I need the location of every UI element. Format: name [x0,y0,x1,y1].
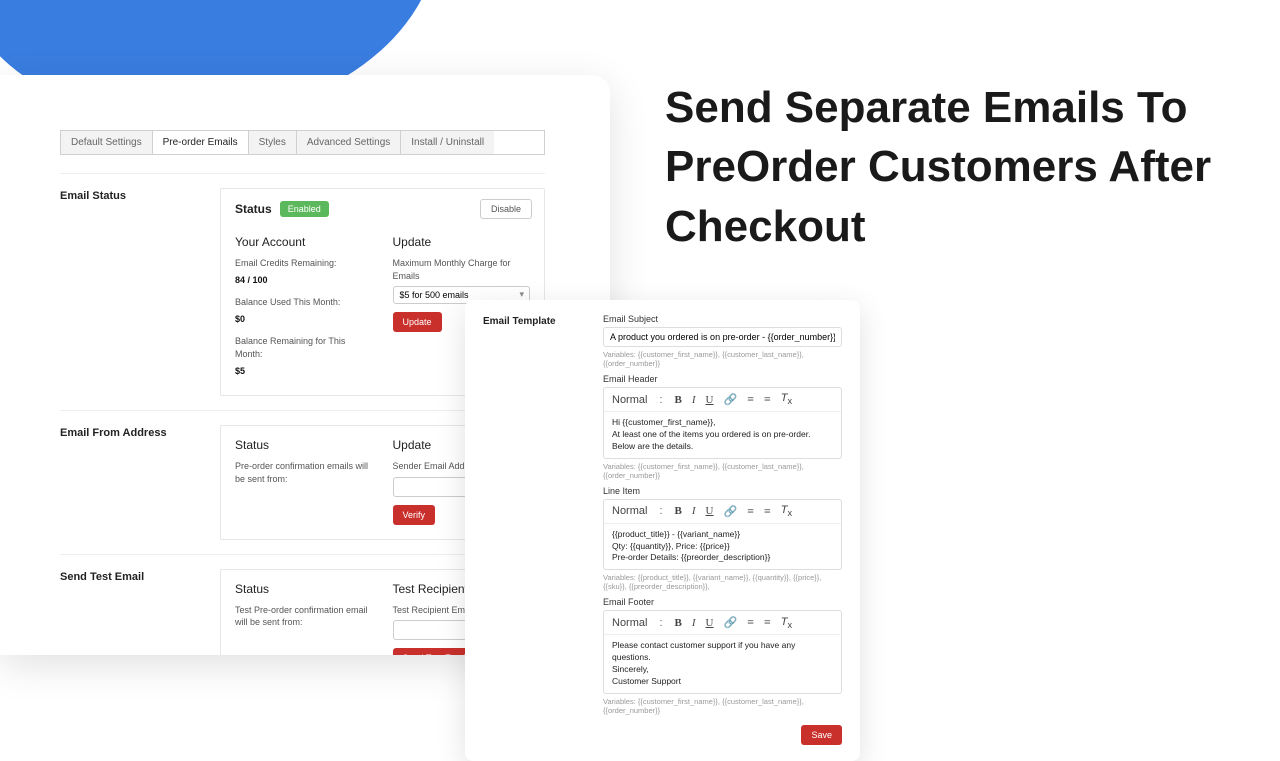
footer-editor[interactable]: Please contact customer support if you h… [603,634,842,694]
section-title: Email Status [60,188,220,396]
status-heading: Status [235,582,373,596]
hero-headline: Send Separate Emails To PreOrder Custome… [665,78,1235,256]
header-toolbar: Normal : B I U 🔗 ≡ ≡ Tx [603,387,842,411]
section-title: Send Test Email [60,569,220,655]
lineitem-label: Line Item [603,486,842,496]
clear-format-icon[interactable]: Tx [781,616,792,630]
email-template-overlay: Email Template Email Subject Variables: … [465,300,860,761]
status-badge: Enabled [280,201,329,217]
status-heading: Status [235,438,373,452]
tabs: Default Settings Pre-order Emails Styles… [60,130,545,155]
format-normal[interactable]: Normal [612,394,647,406]
balance-remain-value: $5 [235,365,373,378]
status-label: Status [235,202,272,216]
clear-format-icon[interactable]: Tx [781,504,792,518]
status-desc: Pre-order confirmation emails will be se… [235,460,373,485]
max-charge-label: Maximum Monthly Charge for Emails [393,257,531,282]
verify-button[interactable]: Verify [393,505,436,525]
format-normal[interactable]: Normal [612,617,647,629]
header-editor[interactable]: Hi {{customer_first_name}}, At least one… [603,411,842,459]
footer-label: Email Footer [603,597,842,607]
section-title: Email From Address [60,425,220,540]
lineitem-vars: Variables: {{product_title}}, {{variant_… [603,573,842,591]
ordered-list-icon[interactable]: ≡ [747,615,754,630]
bold-icon[interactable]: B [675,617,682,629]
link-icon[interactable]: 🔗 [723,393,737,406]
underline-icon[interactable]: U [706,505,714,517]
header-label: Email Header [603,374,842,384]
link-icon[interactable]: 🔗 [723,505,737,518]
tab-styles[interactable]: Styles [249,131,297,154]
italic-icon[interactable]: I [692,617,696,629]
unordered-list-icon[interactable]: ≡ [764,504,771,519]
subject-label: Email Subject [603,314,842,324]
tab-install-uninstall[interactable]: Install / Uninstall [401,131,494,154]
format-normal[interactable]: Normal [612,505,647,517]
status-desc: Test Pre-order confirmation email will b… [235,604,373,629]
balance-remain-label: Balance Remaining for This Month: [235,335,373,360]
clear-format-icon[interactable]: Tx [781,392,792,406]
italic-icon[interactable]: I [692,505,696,517]
subject-vars: Variables: {{customer_first_name}}, {{cu… [603,350,842,368]
underline-icon[interactable]: U [706,394,714,406]
credits-value: 84 / 100 [235,274,373,287]
balance-used-value: $0 [235,313,373,326]
footer-vars: Variables: {{customer_first_name}}, {{cu… [603,697,842,715]
underline-icon[interactable]: U [706,617,714,629]
link-icon[interactable]: 🔗 [723,616,737,629]
header-vars: Variables: {{customer_first_name}}, {{cu… [603,462,842,480]
italic-icon[interactable]: I [692,394,696,406]
tab-preorder-emails[interactable]: Pre-order Emails [153,131,249,154]
disable-button[interactable]: Disable [480,199,532,219]
save-button[interactable]: Save [801,725,842,745]
overlay-title: Email Template [483,314,603,745]
update-button[interactable]: Update [393,312,442,332]
unordered-list-icon[interactable]: ≡ [764,615,771,630]
your-account-heading: Your Account [235,235,373,249]
unordered-list-icon[interactable]: ≡ [764,392,771,407]
credits-label: Email Credits Remaining: [235,257,373,270]
footer-toolbar: Normal : B I U 🔗 ≡ ≡ Tx [603,610,842,634]
tab-advanced-settings[interactable]: Advanced Settings [297,131,401,154]
subject-input[interactable] [603,327,842,347]
balance-used-label: Balance Used This Month: [235,296,373,309]
update-heading: Update [393,235,531,249]
lineitem-editor[interactable]: {{product_title}} - {{variant_name}} Qty… [603,523,842,571]
bold-icon[interactable]: B [675,394,682,406]
ordered-list-icon[interactable]: ≡ [747,392,754,407]
ordered-list-icon[interactable]: ≡ [747,504,754,519]
bold-icon[interactable]: B [675,505,682,517]
tab-default-settings[interactable]: Default Settings [61,131,153,154]
lineitem-toolbar: Normal : B I U 🔗 ≡ ≡ Tx [603,499,842,523]
